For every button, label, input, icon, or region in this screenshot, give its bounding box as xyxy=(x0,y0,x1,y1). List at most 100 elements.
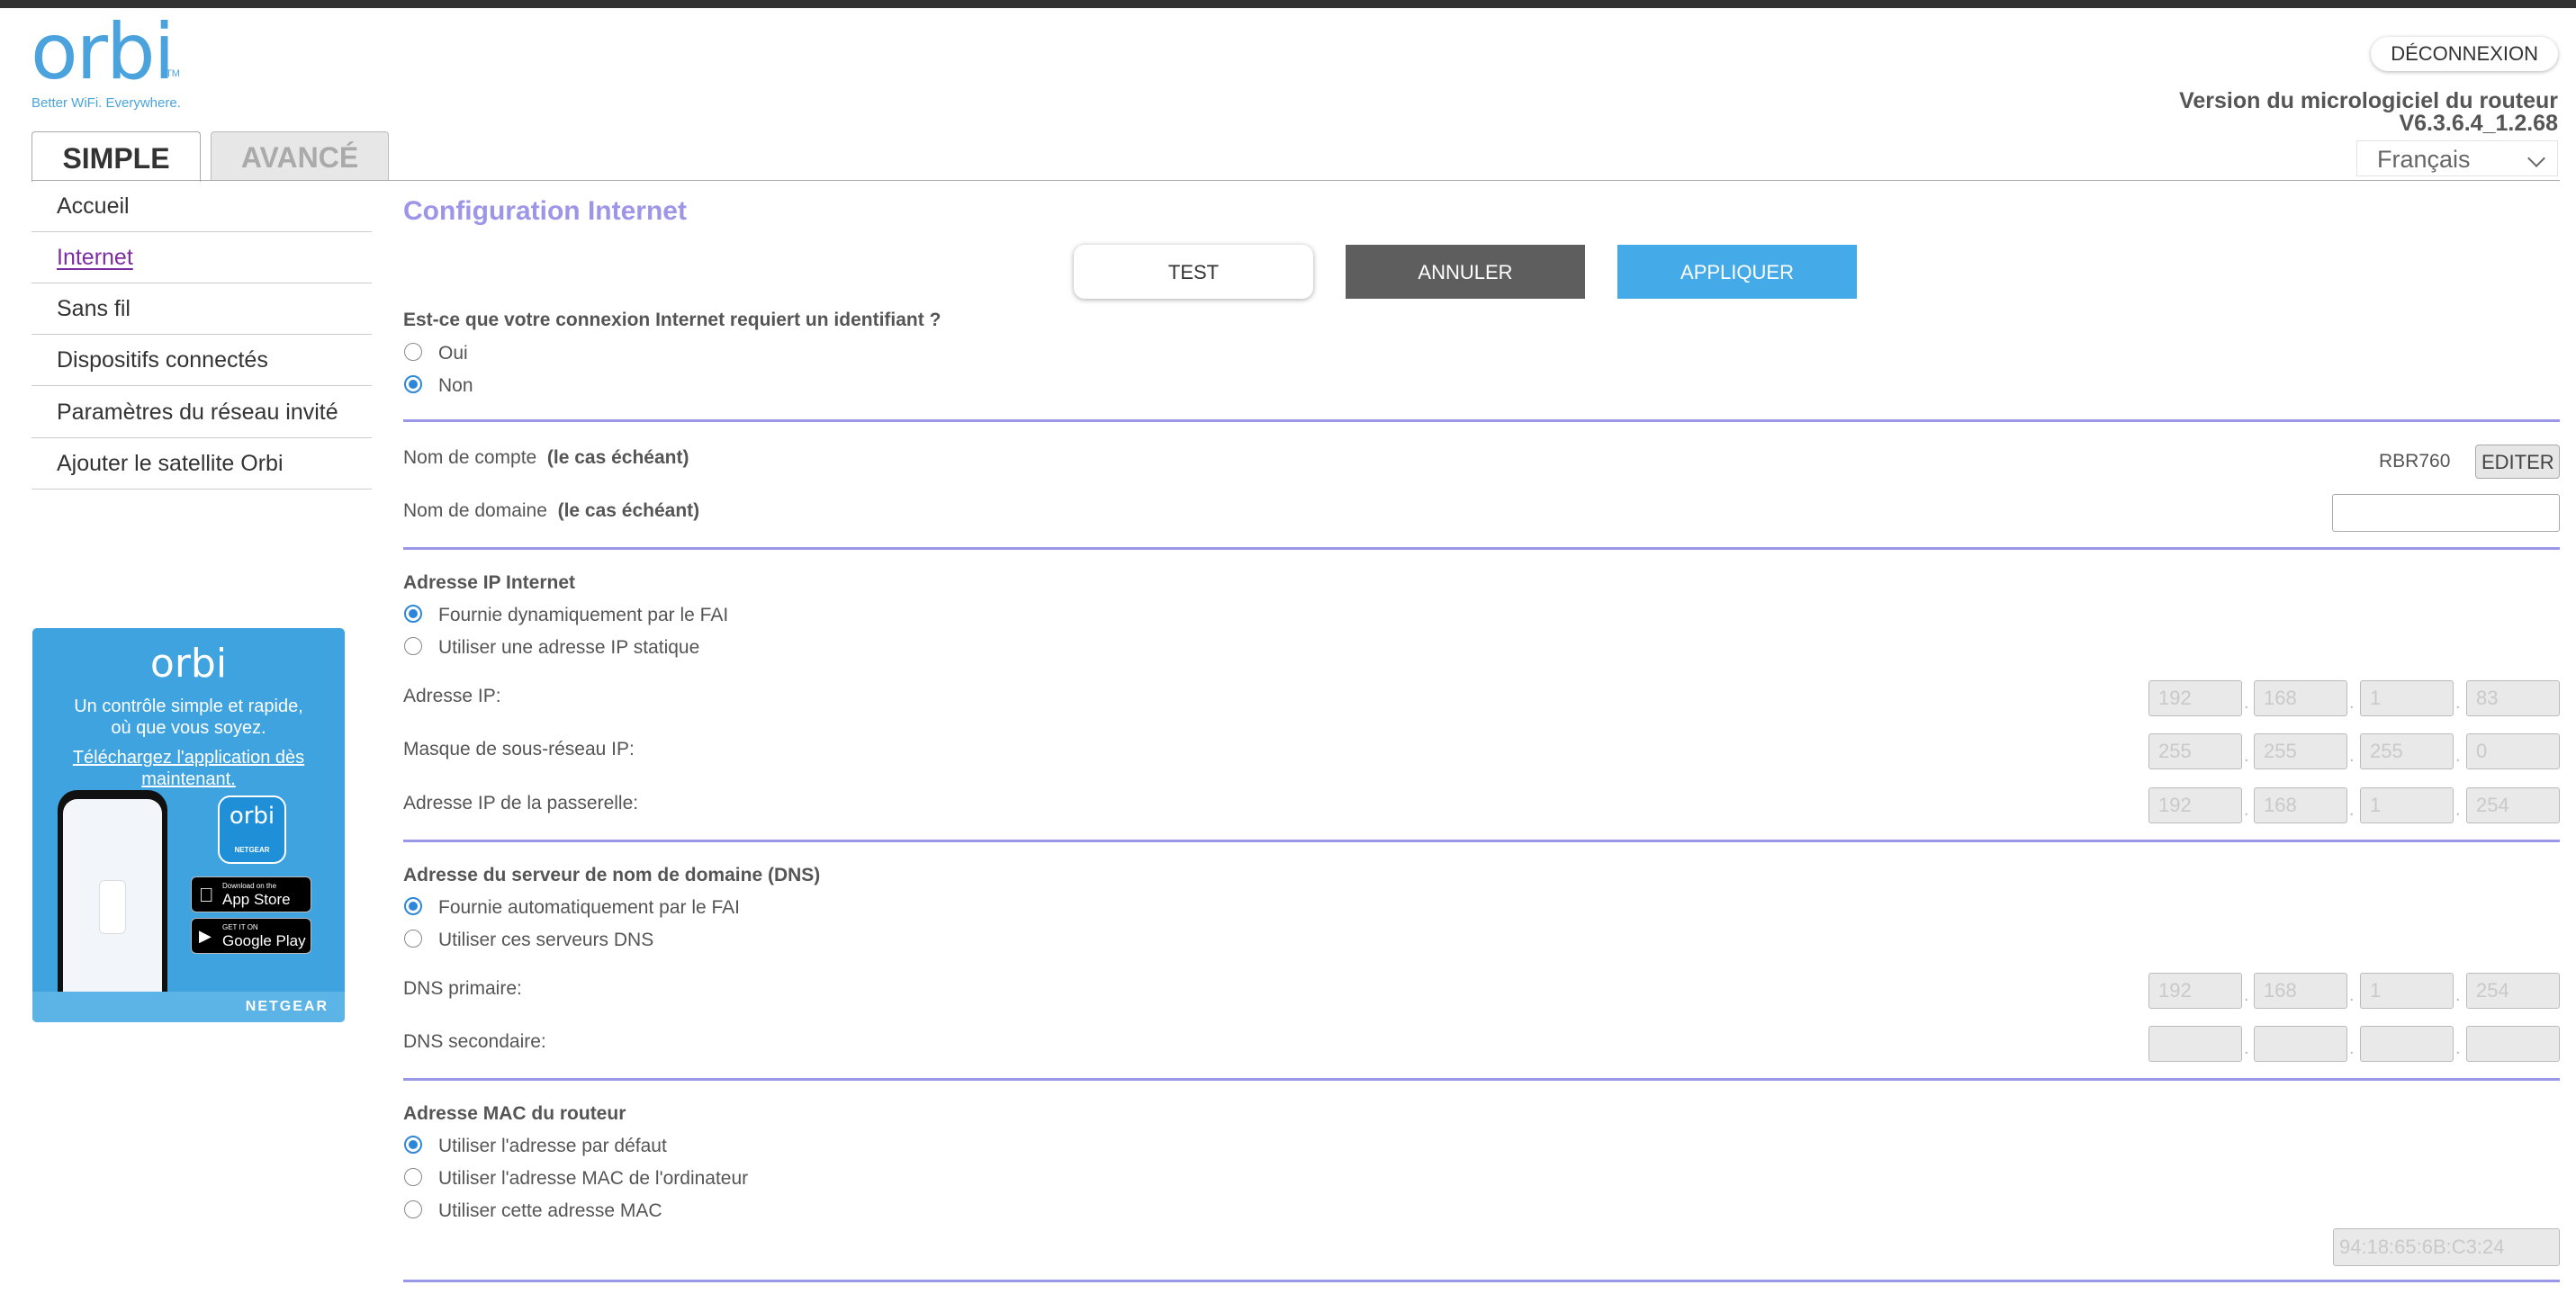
octet-dot: . xyxy=(2349,693,2355,713)
octet-dot: . xyxy=(2349,800,2355,820)
radio-dns-manual[interactable] xyxy=(404,930,422,948)
dns-primary-octet-2[interactable]: 168 xyxy=(2254,973,2347,1009)
octet-dot: . xyxy=(2244,985,2249,1005)
gateway-octet-4[interactable]: 254 xyxy=(2466,787,2560,823)
app-store-badge[interactable]:  Download on the App Store xyxy=(191,876,311,912)
octet-dot: . xyxy=(2349,1038,2355,1058)
logout-button[interactable]: DÉCONNEXION xyxy=(2371,37,2558,71)
language-select[interactable]: Français xyxy=(2356,140,2558,176)
chevron-down-icon xyxy=(2527,149,2545,167)
domain-name-hint: (le cas échéant) xyxy=(557,500,700,521)
cancel-button[interactable]: ANNULER xyxy=(1346,245,1585,299)
radio-ip-dynamic[interactable] xyxy=(404,605,422,623)
dns-primary-octet-3[interactable]: 1 xyxy=(2360,973,2454,1009)
octet-dot: . xyxy=(2244,1038,2249,1058)
app-promo-banner[interactable]: orbi Un contrôle simple et rapide, où qu… xyxy=(32,628,345,1022)
subnet-octet-1[interactable]: 255 xyxy=(2148,733,2242,769)
section-divider xyxy=(403,1078,2560,1081)
octet-dot: . xyxy=(2455,746,2461,766)
subnet-label: Masque de sous-réseau IP: xyxy=(403,739,635,759)
radio-mac-computer[interactable] xyxy=(404,1168,422,1186)
octet-dot: . xyxy=(2244,800,2249,820)
dns-secondary-octet-4[interactable] xyxy=(2466,1026,2560,1062)
radio-ip-dynamic-label: Fournie dynamiquement par le FAI xyxy=(438,605,729,625)
account-name-hint: (le cas échéant) xyxy=(546,447,689,468)
ip-address-octet-2[interactable]: 168 xyxy=(2254,680,2347,716)
subnet-octet-4[interactable]: 0 xyxy=(2466,733,2560,769)
dns-section-title: Adresse du serveur de nom de domaine (DN… xyxy=(403,865,821,885)
radio-login-yes[interactable] xyxy=(404,343,422,361)
mac-section-title: Adresse MAC du routeur xyxy=(403,1103,626,1124)
promo-text-line2: où que vous soyez. xyxy=(111,718,266,738)
logo-tagline: Better WiFi. Everywhere. xyxy=(32,95,181,111)
dns-primary-octet-4[interactable]: 254 xyxy=(2466,973,2560,1009)
account-name-label: Nom de compte (le cas échéant) xyxy=(403,447,689,468)
ip-address-octet-4[interactable]: 83 xyxy=(2466,680,2560,716)
orbi-app-icon: orbi NETGEAR xyxy=(218,795,286,864)
promo-download-link[interactable]: Téléchargez l'application dès maintenant… xyxy=(50,747,327,790)
radio-dns-manual-label: Utiliser ces serveurs DNS xyxy=(438,930,654,950)
test-button[interactable]: TEST xyxy=(1074,245,1313,299)
ip-section-title: Adresse IP Internet xyxy=(403,572,576,593)
subnet-octet-2[interactable]: 255 xyxy=(2254,733,2347,769)
octet-dot: . xyxy=(2455,693,2461,713)
gateway-label: Adresse IP de la passerelle: xyxy=(403,793,639,813)
radio-mac-default-label: Utiliser l'adresse par défaut xyxy=(438,1136,667,1156)
section-divider xyxy=(403,1280,2560,1282)
dns-primary-label: DNS primaire: xyxy=(403,978,522,999)
radio-dns-auto-label: Fournie automatiquement par le FAI xyxy=(438,897,741,918)
radio-ip-static[interactable] xyxy=(404,637,422,655)
radio-login-no[interactable] xyxy=(404,375,422,393)
account-name-value: RBR760 xyxy=(2379,451,2451,472)
router-icon xyxy=(99,880,126,934)
apply-button[interactable]: APPLIQUER xyxy=(1617,245,1857,299)
sidebar-item-reseau-invite[interactable]: Paramètres du réseau invité xyxy=(32,387,372,438)
subnet-octet-3[interactable]: 255 xyxy=(2360,733,2454,769)
domain-name-input[interactable] xyxy=(2332,494,2560,532)
phone-image xyxy=(58,790,167,1015)
gateway-octet-1[interactable]: 192 xyxy=(2148,787,2242,823)
tab-advanced[interactable]: AVANCÉ xyxy=(211,131,389,180)
language-value: Français xyxy=(2377,146,2471,173)
logo-trademark: TM xyxy=(166,68,180,79)
play-icon: ▶ xyxy=(199,927,212,945)
radio-mac-custom-label: Utiliser cette adresse MAC xyxy=(438,1200,662,1221)
netgear-logo: NETGEAR xyxy=(245,999,329,1014)
dns-secondary-octet-1[interactable] xyxy=(2148,1026,2242,1062)
section-divider xyxy=(403,419,2560,422)
ip-address-octet-1[interactable]: 192 xyxy=(2148,680,2242,716)
radio-login-no-label: Non xyxy=(438,375,473,396)
sidebar-item-satellite[interactable]: Ajouter le satellite Orbi xyxy=(32,438,372,490)
gateway-octet-2[interactable]: 168 xyxy=(2254,787,2347,823)
mac-address-input[interactable]: 94:18:65:6B:C3:24 xyxy=(2333,1228,2560,1266)
edit-button[interactable]: EDITER xyxy=(2475,445,2560,479)
octet-dot: . xyxy=(2349,985,2355,1005)
gateway-octet-3[interactable]: 1 xyxy=(2360,787,2454,823)
octet-dot: . xyxy=(2455,800,2461,820)
dns-secondary-octet-2[interactable] xyxy=(2254,1026,2347,1062)
sidebar-item-sans-fil[interactable]: Sans fil xyxy=(32,283,372,335)
apple-icon:  xyxy=(199,884,214,907)
promo-orbi-logo: orbi xyxy=(149,641,228,687)
tab-divider xyxy=(32,180,2560,181)
radio-ip-static-label: Utiliser une adresse IP statique xyxy=(438,637,700,658)
dns-secondary-octet-3[interactable] xyxy=(2360,1026,2454,1062)
tab-simple[interactable]: SIMPLE xyxy=(32,131,201,182)
promo-text-line1: Un contrôle simple et rapide, xyxy=(74,696,303,716)
radio-mac-default[interactable] xyxy=(404,1136,422,1154)
google-play-badge[interactable]: ▶ GET IT ON Google Play xyxy=(191,918,311,954)
dns-primary-octet-1[interactable]: 192 xyxy=(2148,973,2242,1009)
sidebar-item-dispositifs[interactable]: Dispositifs connectés xyxy=(32,335,372,386)
login-question: Est-ce que votre connexion Internet requ… xyxy=(403,310,941,330)
sidebar-item-internet[interactable]: Internet xyxy=(32,232,372,283)
sidebar-item-accueil[interactable]: Accueil xyxy=(32,181,372,232)
ip-address-octet-3[interactable]: 1 xyxy=(2360,680,2454,716)
dns-secondary-label: DNS secondaire: xyxy=(403,1031,546,1052)
window-top-bar xyxy=(0,0,2576,8)
octet-dot: . xyxy=(2349,746,2355,766)
radio-dns-auto[interactable] xyxy=(404,897,422,915)
octet-dot: . xyxy=(2244,746,2249,766)
radio-mac-custom[interactable] xyxy=(404,1200,422,1218)
octet-dot: . xyxy=(2455,985,2461,1005)
section-divider xyxy=(403,547,2560,550)
